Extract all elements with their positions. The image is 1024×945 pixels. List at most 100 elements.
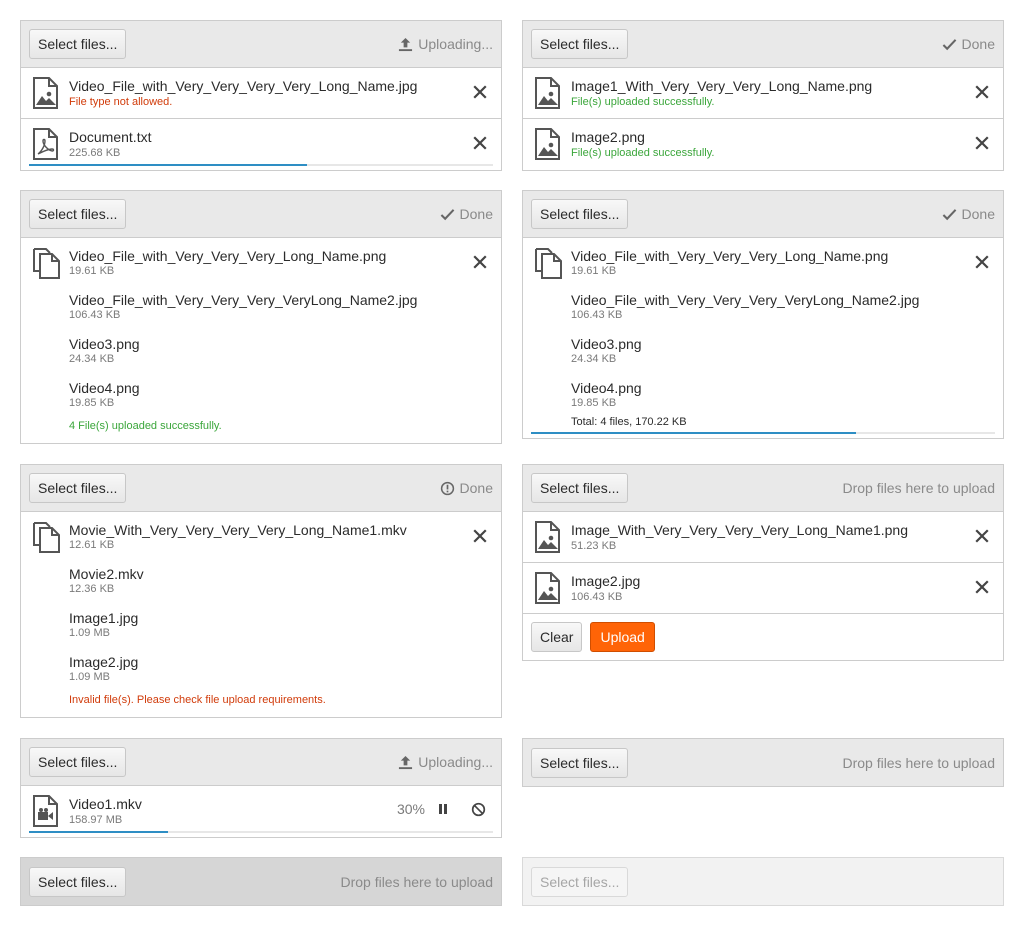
file-name: Image1_With_Very_Very_Very_Long_Name.png: [571, 78, 873, 94]
file-name: Image_With_Very_Very_Very_Very_Long_Name…: [571, 522, 908, 538]
video-file-icon: [32, 795, 58, 827]
file-name: Image2.jpg: [571, 573, 641, 589]
select-files-button[interactable]: Select files...: [29, 866, 127, 897]
batch-total-summary: Total: 4 files, 170.22 KB: [571, 416, 687, 428]
file-name: Video_File_with_Very_Very_Very_Long_Name…: [571, 248, 889, 264]
select-files-button[interactable]: Select files...: [29, 747, 127, 777]
file-name: Video_File_with_Very_Very_Very_VeryLong_…: [571, 292, 920, 308]
upload-panel-1: Select files... Uploading... Video_File_…: [20, 20, 502, 171]
upload-icon: [398, 37, 413, 52]
dropzone[interactable]: Select files... Done: [21, 465, 501, 512]
file-name: Video3.png: [571, 336, 642, 352]
cancel-icon[interactable]: [471, 802, 486, 817]
remove-file-icon[interactable]: [975, 85, 989, 99]
file-size: 19.61 KB: [69, 265, 115, 277]
file-size: 51.23 KB: [571, 540, 617, 552]
image-file-icon: [534, 572, 560, 604]
dropzone[interactable]: Select files... Done: [523, 21, 1003, 68]
upload-status: Done: [440, 206, 493, 222]
status-text: Done: [961, 206, 995, 222]
batch-error-message: Invalid file(s). Please check file uploa…: [69, 694, 326, 706]
file-item: Image1.jpg 1.09 MB: [69, 610, 138, 639]
dropzone[interactable]: Select files... Done: [523, 191, 1003, 238]
upload-status: Uploading...: [398, 754, 493, 770]
status-text: Done: [459, 206, 493, 222]
select-files-button[interactable]: Select files...: [29, 473, 127, 503]
file-size: 19.85 KB: [69, 397, 115, 409]
select-files-button[interactable]: Select files...: [531, 473, 629, 503]
file-size: 19.61 KB: [571, 265, 617, 277]
status-text: Done: [961, 36, 995, 52]
file-item: Movie_With_Very_Very_Very_Very_Long_Name…: [69, 522, 407, 551]
upload-panel-5: Select files... Done Movie_With_Very_Ver…: [20, 464, 502, 718]
dropzone[interactable]: Select files... Uploading...: [21, 21, 501, 68]
pdf-file-icon: [32, 128, 58, 160]
file-success-message: File(s) uploaded successfully.: [571, 147, 715, 159]
remove-file-icon[interactable]: [975, 255, 989, 269]
file-size: 24.34 KB: [69, 353, 115, 365]
file-item: Movie2.mkv 12.36 KB: [69, 566, 144, 595]
file-validation-error: File type not allowed.: [69, 96, 173, 108]
batch-file-group: Movie_With_Very_Very_Very_Very_Long_Name…: [21, 512, 501, 717]
file-row: Image1_With_Very_Very_Very_Long_Name.png…: [523, 68, 1003, 119]
image-file-icon: [32, 77, 58, 109]
remove-file-icon[interactable]: [473, 255, 487, 269]
file-name: Video4.png: [69, 380, 140, 396]
remove-file-icon[interactable]: [473, 529, 487, 543]
clear-button[interactable]: Clear: [531, 622, 583, 652]
image-file-icon: [534, 128, 560, 160]
dropzone[interactable]: Select files... Drop files here to uploa…: [523, 739, 1003, 786]
upload-panel-6: Select files... Drop files here to uploa…: [522, 464, 1004, 661]
check-icon: [942, 207, 957, 222]
check-icon: [440, 207, 455, 222]
file-size: 12.61 KB: [69, 539, 115, 551]
progress-fill: [531, 432, 856, 434]
file-row: Image_With_Very_Very_Very_Very_Long_Name…: [523, 512, 1003, 563]
file-name: Video_File_with_Very_Very_Very_VeryLong_…: [69, 292, 418, 308]
select-files-button[interactable]: Select files...: [531, 199, 629, 229]
file-size: 24.34 KB: [571, 353, 617, 365]
select-files-button[interactable]: Select files...: [531, 747, 629, 778]
select-files-button[interactable]: Select files...: [29, 199, 127, 229]
pause-icon[interactable]: [437, 803, 449, 815]
upload-button[interactable]: Upload: [590, 622, 655, 652]
file-size: 19.85 KB: [571, 397, 617, 409]
upload-status: Done: [440, 480, 493, 496]
dropzone-active[interactable]: Select files... Drop files here to uploa…: [21, 858, 501, 905]
file-name: Image2.png: [571, 129, 645, 145]
select-files-button[interactable]: Select files...: [531, 29, 629, 59]
file-size: 106.43 KB: [571, 591, 623, 603]
upload-percent: 30%: [396, 801, 425, 817]
dropzone-disabled: Select files...: [523, 858, 1003, 905]
select-files-button[interactable]: Select files...: [29, 29, 127, 59]
remove-file-icon[interactable]: [473, 136, 487, 150]
dropzone[interactable]: Select files... Done: [21, 191, 501, 238]
status-text: Uploading...: [418, 36, 493, 52]
file-name: Video_File_with_Very_Very_Very_Long_Name…: [69, 248, 387, 264]
status-text: Done: [459, 480, 493, 496]
progress-bar: [531, 432, 995, 434]
check-icon: [942, 37, 957, 52]
progress-fill: [29, 164, 308, 166]
dropzone[interactable]: Select files... Uploading...: [21, 739, 501, 786]
file-name: Image1.jpg: [69, 610, 139, 626]
file-row: Image2.jpg 106.43 KB: [523, 563, 1003, 614]
remove-file-icon[interactable]: [975, 136, 989, 150]
progress-bar: [29, 164, 493, 166]
upload-status: Done: [942, 206, 995, 222]
upload-status: Uploading...: [398, 36, 493, 52]
dropzone[interactable]: Select files... Drop files here to uploa…: [523, 465, 1003, 512]
file-item: Video3.png 24.34 KB: [571, 336, 642, 365]
file-size: 106.43 KB: [69, 309, 121, 321]
status-text: Uploading...: [418, 754, 493, 770]
warning-icon: [440, 481, 455, 496]
progress-fill: [29, 831, 169, 833]
upload-panel-8: Select files... Drop files here to uploa…: [522, 738, 1004, 787]
remove-file-icon[interactable]: [975, 529, 989, 543]
file-name: Video3.png: [69, 336, 140, 352]
file-row: Document.txt 225.68 KB: [21, 119, 501, 170]
remove-file-icon[interactable]: [975, 580, 989, 594]
upload-status: Done: [942, 36, 995, 52]
remove-file-icon[interactable]: [473, 85, 487, 99]
file-name: Video4.png: [571, 380, 642, 396]
